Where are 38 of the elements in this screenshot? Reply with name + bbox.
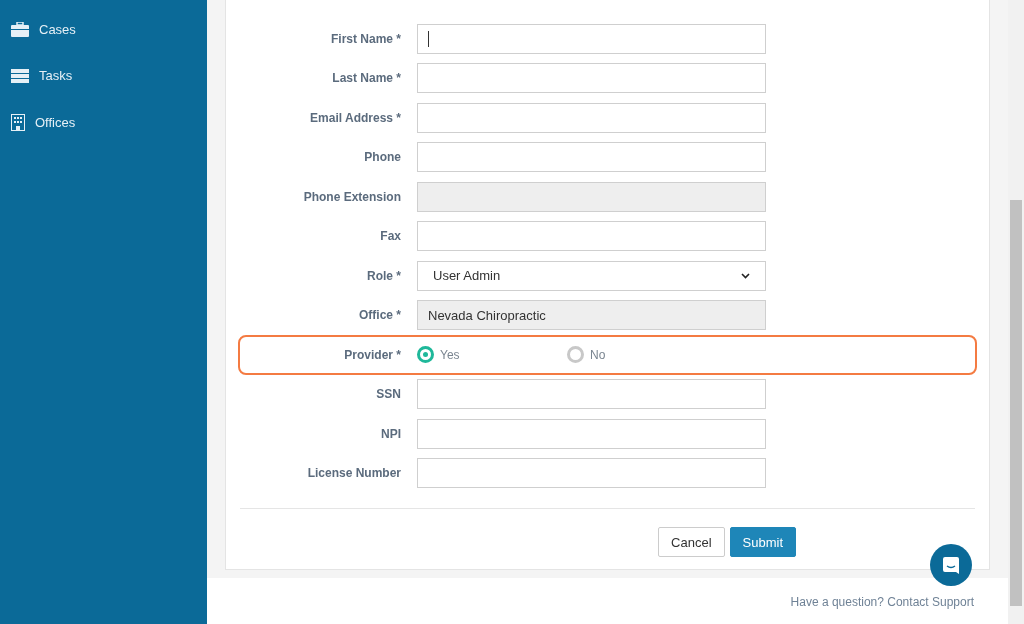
- input-field[interactable]: [417, 142, 766, 173]
- field-label: SSN: [375, 387, 402, 402]
- cancel-button[interactable]: Cancel: [658, 527, 725, 557]
- list-icon: [11, 68, 29, 83]
- field-label: Provider *: [343, 347, 402, 362]
- sidebar-item[interactable]: Tasks: [0, 52, 207, 99]
- radio-option[interactable]: No: [567, 346, 717, 364]
- field-label: License Number: [306, 466, 402, 481]
- input-field[interactable]: [417, 181, 766, 212]
- field-label: NPI: [380, 426, 402, 441]
- chat-button[interactable]: [930, 544, 972, 586]
- chevron-down-icon: [741, 272, 750, 279]
- input-field[interactable]: [417, 23, 766, 54]
- field-label: Fax: [379, 229, 402, 244]
- input-field[interactable]: Nevada Chiropractic: [417, 300, 766, 331]
- field-label: Role *: [366, 268, 402, 283]
- chat-icon: [942, 555, 960, 575]
- briefcase-icon: [11, 21, 29, 37]
- support-link[interactable]: Have a question? Contact Support: [790, 595, 974, 609]
- radio-option[interactable]: Yes: [417, 346, 567, 364]
- submit-button[interactable]: Submit: [729, 527, 796, 557]
- field-label: First Name *: [329, 31, 402, 46]
- scrollbar[interactable]: [1008, 0, 1024, 624]
- field-label: Last Name *: [331, 71, 402, 86]
- field-label: Email Address *: [309, 110, 402, 125]
- building-icon: [11, 113, 25, 131]
- field-label: Phone: [363, 150, 402, 165]
- sidebar-item[interactable]: Offices: [0, 99, 207, 146]
- input-field[interactable]: [417, 458, 766, 489]
- input-field[interactable]: [417, 418, 766, 449]
- sidebar-item[interactable]: Cases: [0, 6, 207, 53]
- input-field[interactable]: [417, 63, 766, 94]
- input-field[interactable]: [417, 102, 766, 133]
- input-field[interactable]: [417, 379, 766, 410]
- field-label: Phone Extension: [302, 189, 402, 204]
- input-field[interactable]: [417, 221, 766, 252]
- field-label: Office *: [358, 308, 402, 323]
- select-field[interactable]: User Admin: [417, 260, 766, 291]
